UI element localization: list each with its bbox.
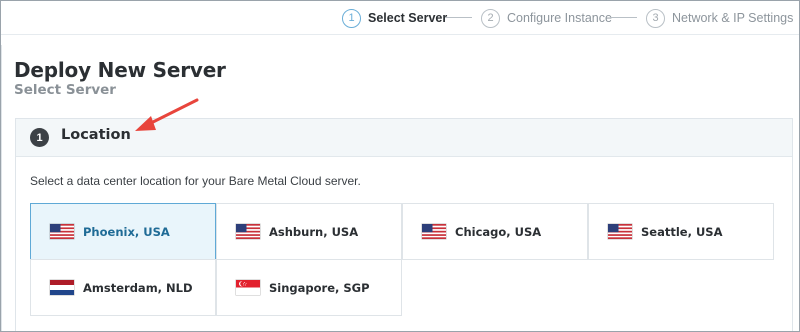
location-option-phoenix[interactable]: Phoenix, USA [30,203,216,260]
app-frame: 1 Select Server 2 Configure Instance 3 N… [0,0,800,332]
location-option-seattle[interactable]: Seattle, USA [588,203,774,260]
location-option-chicago[interactable]: Chicago, USA [402,203,588,260]
location-label: Chicago, USA [455,224,542,239]
location-option-singapore[interactable]: Singapore, SGP [216,259,402,316]
us-flag-icon [608,224,632,239]
wizard-stepper: 1 Select Server 2 Configure Instance 3 N… [1,1,799,35]
step-connector [610,17,637,18]
step-configure-instance[interactable]: 2 Configure Instance [481,8,612,28]
us-flag-icon [236,224,260,239]
step-network-ip[interactable]: 3 Network & IP Settings [646,8,793,28]
location-label: Amsterdam, NLD [83,280,193,295]
page-subtitle: Select Server [14,82,116,98]
location-option-amsterdam[interactable]: Amsterdam, NLD [30,259,216,316]
step-number: 2 [481,8,500,28]
step-label: Network & IP Settings [672,11,794,25]
step-label: Select Server [368,11,448,25]
annotation-arrow-icon [135,98,199,131]
step-select-server[interactable]: 1 Select Server [342,8,447,28]
location-label: Singapore, SGP [269,280,370,295]
divider [1,45,2,331]
step-number: 1 [342,8,361,28]
location-option-ashburn[interactable]: Ashburn, USA [216,203,402,260]
location-label: Phoenix, USA [83,224,170,239]
section-description: Select a data center location for your B… [30,174,361,188]
us-flag-icon [50,224,74,239]
section-title: Location [61,127,131,143]
location-label: Seattle, USA [641,224,723,239]
nl-flag-icon [50,280,74,295]
location-section: 1 Location Select a data center location… [15,118,793,331]
step-number: 3 [646,8,665,28]
step-label: Configure Instance [507,11,612,25]
page-title: Deploy New Server [14,58,226,82]
section-number-badge: 1 [30,128,49,147]
location-label: Ashburn, USA [269,224,359,239]
us-flag-icon [422,224,446,239]
step-connector [445,17,472,18]
sg-flag-icon [236,280,260,295]
location-grid: Phoenix, USA Ashburn, USA Chicago, USA S… [30,203,790,319]
